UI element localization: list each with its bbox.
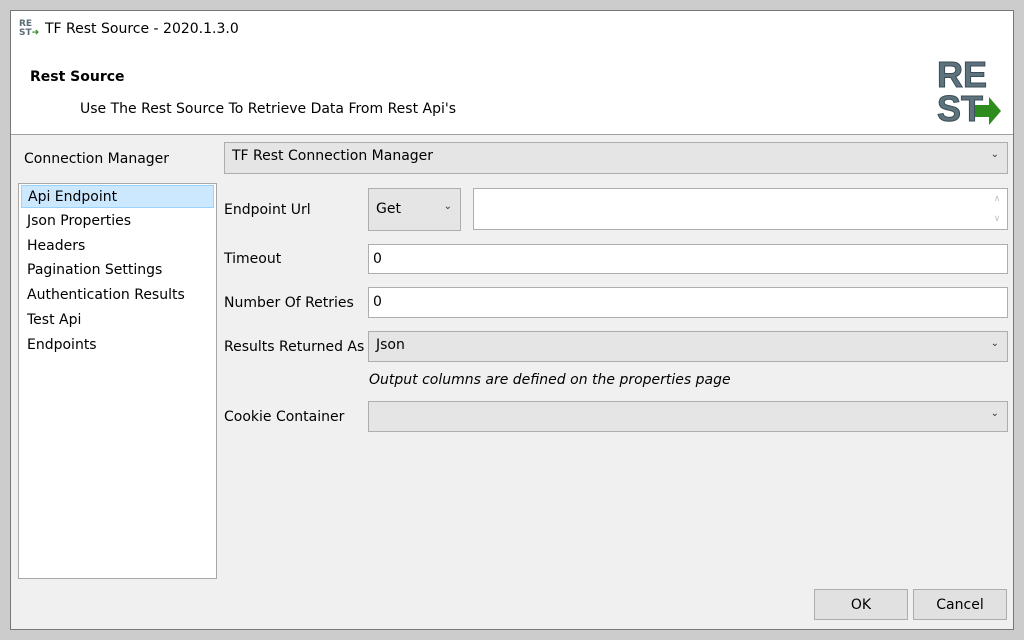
chevron-down-icon: ⌄ [991,338,999,349]
nav-item-test-api[interactable]: Test Api [21,309,214,332]
nav-item-authentication-results[interactable]: Authentication Results [21,284,214,307]
output-columns-note: Output columns are defined on the proper… [369,372,731,388]
http-method-value: Get [376,201,401,217]
header-title: Rest Source [30,69,125,85]
retries-input[interactable]: 0 [368,287,1008,318]
ok-button[interactable]: OK [814,589,908,620]
results-returned-value: Json [376,337,405,353]
timeout-label: Timeout [224,251,281,267]
cookie-container-select[interactable]: ⌄ [368,401,1008,432]
nav-list: Api Endpoint Json Properties Headers Pag… [18,183,217,579]
dialog-window: REST➜ TF Rest Source - 2020.1.3.0 Rest S… [10,10,1014,630]
connection-manager-select[interactable]: TF Rest Connection Manager ⌄ [224,142,1008,174]
nav-item-endpoints[interactable]: Endpoints [21,334,214,357]
nav-item-pagination-settings[interactable]: Pagination Settings [21,259,214,282]
endpoint-url-label: Endpoint Url [224,202,311,218]
nav-item-json-properties[interactable]: Json Properties [21,210,214,233]
app-icon: REST➜ [19,20,41,40]
results-returned-label: Results Returned As [224,339,364,355]
chevron-down-icon: ⌄ [991,149,999,160]
header-description: Use The Rest Source To Retrieve Data Fro… [80,101,456,117]
endpoint-url-input[interactable]: ∧∨ [473,188,1008,230]
chevron-down-icon: ⌄ [991,408,999,419]
nav-item-headers[interactable]: Headers [21,235,214,258]
window-title: TF Rest Source - 2020.1.3.0 [45,21,239,37]
connection-manager-label: Connection Manager [24,151,169,167]
connection-manager-value: TF Rest Connection Manager [232,148,433,164]
scrollbar[interactable]: ∧∨ [987,189,1007,229]
timeout-input[interactable]: 0 [368,244,1008,274]
retries-label: Number Of Retries [224,295,354,311]
http-method-select[interactable]: Get ⌄ [368,188,461,231]
nav-item-api-endpoint[interactable]: Api Endpoint [21,185,214,208]
cookie-container-label: Cookie Container [224,409,344,425]
results-returned-select[interactable]: Json ⌄ [368,331,1008,362]
header-panel: REST➜ TF Rest Source - 2020.1.3.0 Rest S… [11,11,1013,135]
rest-logo-icon: RE ST [935,55,1005,125]
chevron-down-icon: ⌄ [444,201,452,212]
cancel-button[interactable]: Cancel [913,589,1007,620]
